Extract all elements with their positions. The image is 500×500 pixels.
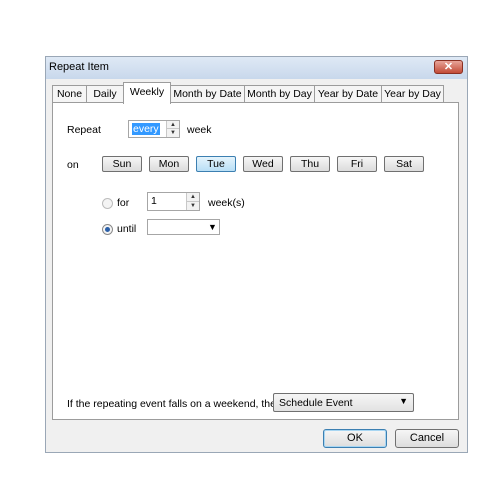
until-radio[interactable] — [102, 224, 113, 235]
ok-button[interactable]: OK — [323, 429, 387, 448]
weekend-label: If the repeating event falls on a weeken… — [67, 398, 285, 410]
on-label: on — [67, 159, 79, 171]
repeat-spin-buttons[interactable]: ▲ ▼ — [166, 121, 179, 137]
tab-month-by-date[interactable]: Month by Date — [170, 85, 245, 103]
tab-none[interactable]: None — [52, 85, 87, 103]
radio-selected-dot — [105, 227, 110, 232]
day-button-mon[interactable]: Mon — [149, 156, 189, 172]
dialog-title: Repeat Item — [49, 61, 109, 73]
tab-year-by-date[interactable]: Year by Date — [314, 85, 382, 103]
weekly-panel: Repeat every ▲ ▼ week on Sun Mon Tue Wed… — [52, 102, 459, 420]
for-label: for — [117, 197, 130, 209]
day-buttons: Sun Mon Tue Wed Thu Fri Sat — [102, 156, 432, 172]
day-button-sat[interactable]: Sat — [384, 156, 424, 172]
date-dropdown-icon[interactable]: ▼ — [207, 221, 218, 233]
close-icon: ✕ — [443, 61, 454, 73]
day-button-wed[interactable]: Wed — [243, 156, 283, 172]
day-button-fri[interactable]: Fri — [337, 156, 377, 172]
for-unit-label: week(s) — [208, 197, 245, 209]
repeat-unit-label: week — [187, 124, 212, 136]
weekend-action-value: Schedule Event — [279, 397, 353, 409]
day-button-tue[interactable]: Tue — [196, 156, 236, 172]
tab-daily[interactable]: Daily — [86, 85, 124, 103]
repeat-interval-stepper[interactable]: every ▲ ▼ — [128, 120, 180, 138]
repeat-item-dialog: Repeat Item ✕ None Daily Weekly Month by… — [45, 56, 468, 453]
spin-up-icon[interactable]: ▲ — [167, 121, 179, 129]
chevron-down-icon: ▼ — [399, 396, 408, 406]
tab-year-by-day[interactable]: Year by Day — [381, 85, 444, 103]
close-button[interactable]: ✕ — [434, 60, 463, 74]
cancel-button[interactable]: Cancel — [395, 429, 459, 448]
tab-weekly[interactable]: Weekly — [123, 82, 171, 104]
weekend-action-select[interactable]: Schedule Event ▼ — [273, 393, 414, 412]
repeat-label: Repeat — [67, 124, 101, 136]
day-button-thu[interactable]: Thu — [290, 156, 330, 172]
day-button-sun[interactable]: Sun — [102, 156, 142, 172]
repeat-interval-value: every — [132, 123, 160, 135]
spin-down-icon[interactable]: ▼ — [167, 129, 179, 137]
title-bar[interactable]: Repeat Item ✕ — [46, 57, 467, 79]
for-radio[interactable] — [102, 198, 113, 209]
spin-up-icon[interactable]: ▲ — [187, 193, 199, 202]
until-label: until — [117, 223, 137, 235]
for-weeks-value: 1 — [151, 195, 157, 207]
tab-month-by-day[interactable]: Month by Day — [244, 85, 315, 103]
for-spin-buttons[interactable]: ▲ ▼ — [186, 193, 199, 210]
until-date-picker[interactable]: ▼ — [147, 219, 220, 235]
spin-down-icon[interactable]: ▼ — [187, 202, 199, 211]
for-weeks-stepper[interactable]: 1 ▲ ▼ — [147, 192, 200, 211]
